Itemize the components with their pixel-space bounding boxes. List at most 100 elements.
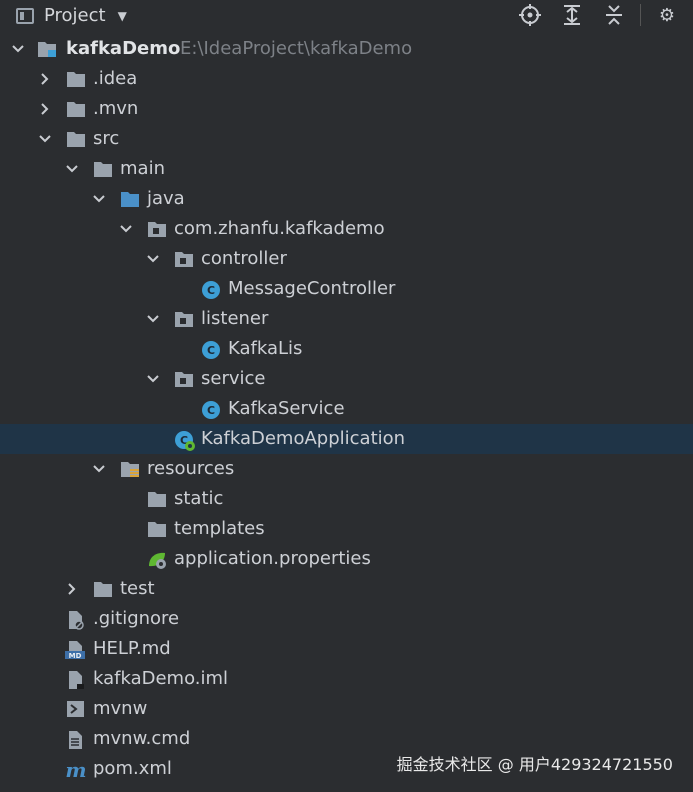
tree-item-static[interactable]: static xyxy=(0,484,693,514)
shell-script-icon xyxy=(66,700,86,718)
tree-item-label: .idea xyxy=(93,68,138,89)
project-path: E:\IdeaProject\kafkaDemo xyxy=(180,38,413,59)
tree-item-label: kafkaDemo.iml xyxy=(93,668,229,689)
folder-icon xyxy=(66,130,86,148)
chevron-down-icon[interactable] xyxy=(145,311,161,327)
tree-item-help-md[interactable]: MD HELP.md xyxy=(0,634,693,664)
tree-item-label: templates xyxy=(174,518,265,539)
tree-item-label: .gitignore xyxy=(93,608,180,629)
folder-icon xyxy=(93,160,113,178)
chevron-down-icon[interactable] xyxy=(145,251,161,267)
toolbar-actions: ⚙ xyxy=(518,3,679,27)
tree-item-idea[interactable]: .idea xyxy=(0,64,693,94)
spring-boot-class-icon: C xyxy=(174,430,195,451)
tree-item-label: mvnw xyxy=(93,698,148,719)
project-view-selector[interactable]: Project ▼ xyxy=(16,0,127,31)
folder-icon xyxy=(147,490,167,508)
module-folder-icon xyxy=(37,40,57,58)
svg-text:m: m xyxy=(65,760,86,780)
tree-item-label: service xyxy=(201,368,266,389)
folder-icon xyxy=(66,100,86,118)
chevron-down-icon[interactable] xyxy=(91,461,107,477)
tree-item-label: static xyxy=(174,488,224,509)
package-icon xyxy=(147,220,167,238)
svg-text:C: C xyxy=(207,404,215,417)
tree-item-gitignore[interactable]: .gitignore xyxy=(0,604,693,634)
package-icon xyxy=(174,370,194,388)
java-class-icon: C xyxy=(201,280,221,299)
chevron-right-icon[interactable] xyxy=(64,581,80,597)
tree-item-label: test xyxy=(120,578,155,599)
tree-item-application-properties[interactable]: application.properties xyxy=(0,544,693,574)
tree-item-label: .mvn xyxy=(93,98,139,119)
tree-item-messagecontroller[interactable]: C MessageController xyxy=(0,274,693,304)
expand-all-icon[interactable] xyxy=(560,3,584,27)
dropdown-caret-icon[interactable]: ▼ xyxy=(118,9,127,23)
tree-item-label: mvnw.cmd xyxy=(93,728,191,749)
package-icon xyxy=(174,310,194,328)
watermark: 掘金技术社区 @ 用户429324721550 xyxy=(396,755,673,774)
tree-item-label: listener xyxy=(201,308,269,329)
tree-item-package[interactable]: com.zhanfu.kafkademo xyxy=(0,214,693,244)
project-toolbar: Project ▼ ⚙ xyxy=(0,0,693,31)
tree-item-label: main xyxy=(120,158,165,179)
tree-item-listener[interactable]: listener xyxy=(0,304,693,334)
chevron-down-icon[interactable] xyxy=(10,41,26,57)
package-icon xyxy=(174,250,194,268)
tree-item-label: KafkaService xyxy=(228,398,345,419)
tree-item-java[interactable]: java xyxy=(0,184,693,214)
tree-item-label: KafkaDemoApplication xyxy=(201,428,406,449)
tree-item-kafkademo[interactable]: kafkaDemo E:\IdeaProject\kafkaDemo xyxy=(0,34,693,64)
project-view-icon xyxy=(16,7,34,24)
java-class-icon: C xyxy=(201,400,221,419)
tree-item-kafkademoapplication[interactable]: C KafkaDemoApplication xyxy=(0,424,693,454)
chevron-down-icon[interactable] xyxy=(37,131,53,147)
tree-item-mvn[interactable]: .mvn xyxy=(0,94,693,124)
chevron-down-icon[interactable] xyxy=(64,161,80,177)
tree-item-label: KafkaLis xyxy=(228,338,303,359)
folder-icon xyxy=(147,520,167,538)
spring-properties-icon xyxy=(147,550,167,569)
folder-icon xyxy=(93,580,113,598)
tree-item-label: controller xyxy=(201,248,287,269)
iml-file-icon xyxy=(66,670,86,689)
tree-item-kafkalis[interactable]: C KafkaLis xyxy=(0,334,693,364)
tree-item-mvnw[interactable]: mvnw xyxy=(0,694,693,724)
toolbar-separator xyxy=(640,4,641,26)
tree-item-kafkaservice[interactable]: C KafkaService xyxy=(0,394,693,424)
tree-item-templates[interactable]: templates xyxy=(0,514,693,544)
folder-icon xyxy=(66,70,86,88)
chevron-down-icon[interactable] xyxy=(145,371,161,387)
tree-item-label: kafkaDemo xyxy=(66,38,181,59)
tree-item-label: HELP.md xyxy=(93,638,171,659)
tree-item-service[interactable]: service xyxy=(0,364,693,394)
tree-item-label: pom.xml xyxy=(93,758,172,779)
tree-item-label: resources xyxy=(147,458,235,479)
tree-item-test[interactable]: test xyxy=(0,574,693,604)
markdown-file-icon: MD xyxy=(64,640,85,660)
collapse-all-icon[interactable] xyxy=(602,3,626,27)
svg-text:C: C xyxy=(207,284,215,297)
chevron-down-icon[interactable] xyxy=(91,191,107,207)
locate-icon[interactable] xyxy=(518,3,542,27)
chevron-down-icon[interactable] xyxy=(118,221,134,237)
tree-item-label: MessageController xyxy=(228,278,396,299)
tree-item-label: com.zhanfu.kafkademo xyxy=(174,218,385,239)
settings-icon[interactable]: ⚙ xyxy=(655,3,679,27)
source-folder-icon xyxy=(120,190,140,208)
tree-item-src[interactable]: src xyxy=(0,124,693,154)
tree-item-resources[interactable]: resources xyxy=(0,454,693,484)
svg-text:C: C xyxy=(207,344,215,357)
gitignore-file-icon xyxy=(66,610,86,630)
panel-title: Project xyxy=(44,5,106,26)
maven-icon: m xyxy=(64,760,86,780)
text-file-icon xyxy=(66,730,86,749)
tree-item-mvnw-cmd[interactable]: mvnw.cmd xyxy=(0,724,693,754)
tree-item-main[interactable]: main xyxy=(0,154,693,184)
tree-item-controller[interactable]: controller xyxy=(0,244,693,274)
tree-item-label: application.properties xyxy=(174,548,371,569)
tree-item-kafkademo-iml[interactable]: kafkaDemo.iml xyxy=(0,664,693,694)
chevron-right-icon[interactable] xyxy=(37,71,53,87)
chevron-right-icon[interactable] xyxy=(37,101,53,117)
resources-folder-icon xyxy=(120,460,140,478)
